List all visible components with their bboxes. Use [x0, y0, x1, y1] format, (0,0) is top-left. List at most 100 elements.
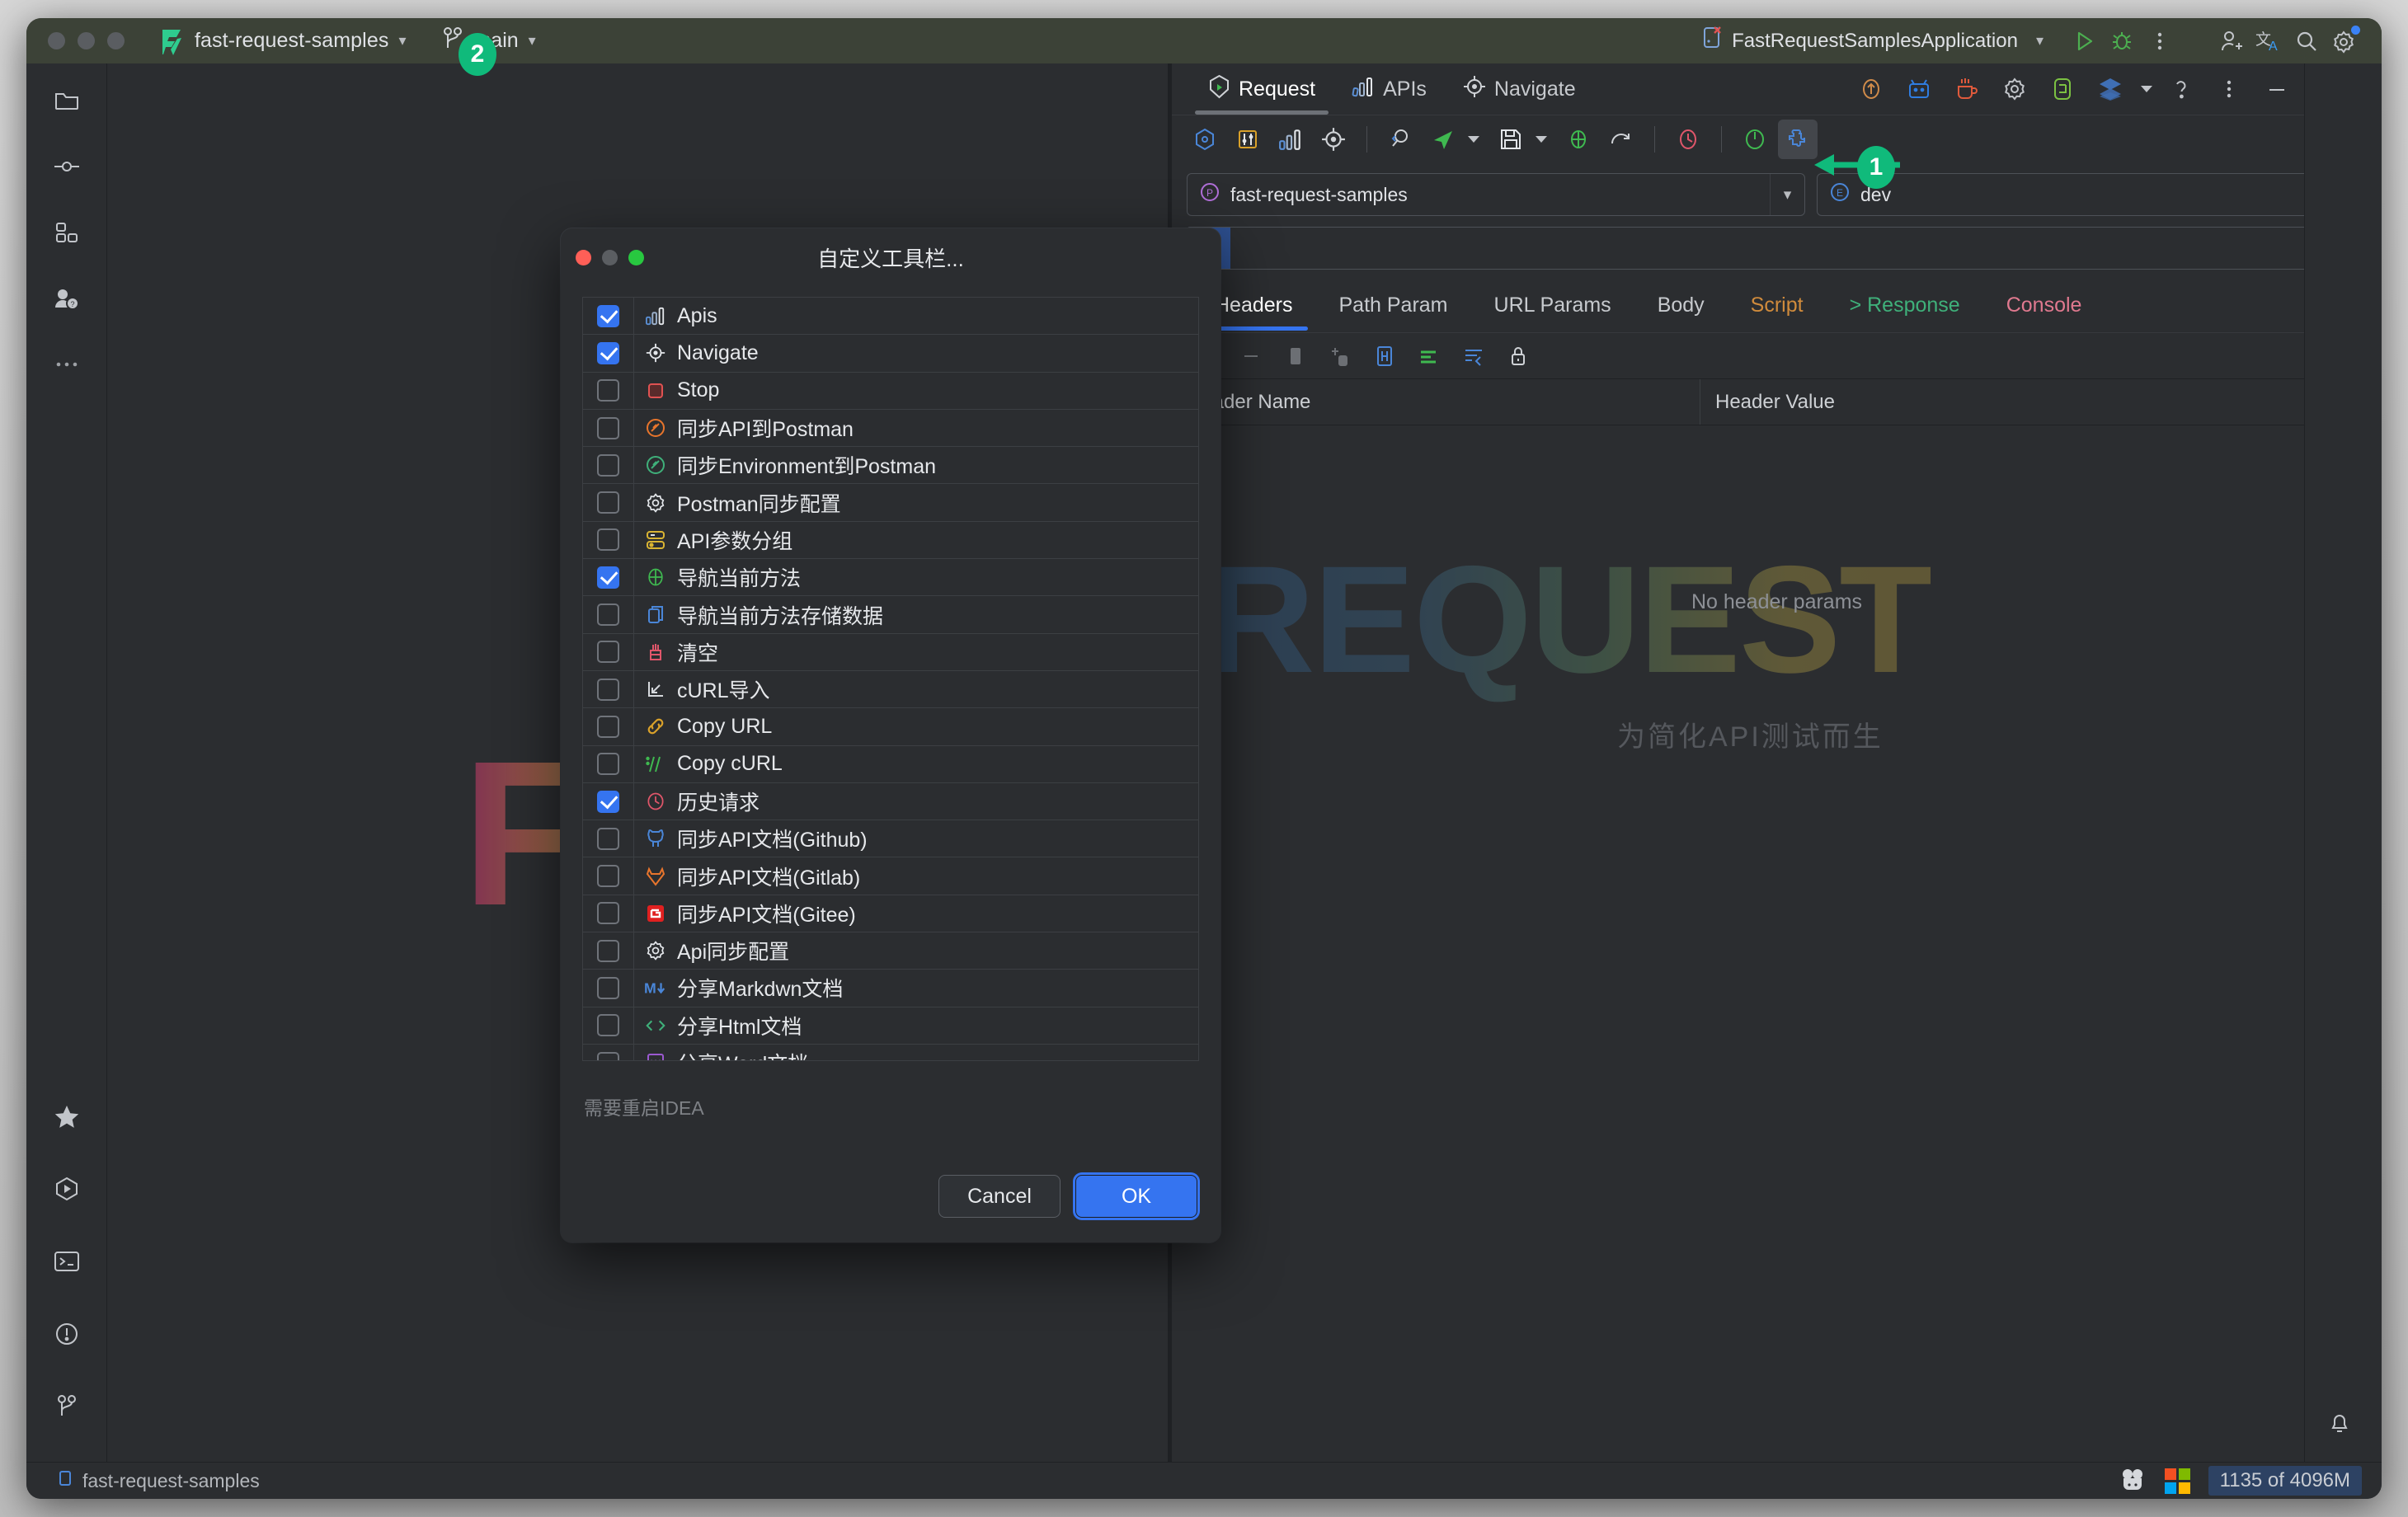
cancel-button[interactable]: Cancel [938, 1175, 1061, 1218]
modal-overlay: 自定义工具栏... Apis Navigate Stop 同步API到Postman 同… [26, 18, 2382, 1499]
toolbar-item-checkbox[interactable] [597, 379, 619, 402]
toolbar-item-checkbox-cell[interactable] [583, 745, 634, 782]
toolbar-item-checkbox[interactable] [597, 976, 619, 999]
toolbar-item-row[interactable]: Postman同步配置 [583, 484, 1198, 522]
storage-icon [634, 604, 677, 626]
toolbar-item-row[interactable]: 同步API文档(Github) [583, 820, 1198, 858]
toolbar-item-checkbox-cell[interactable] [583, 857, 634, 895]
toolbar-item-checkbox[interactable] [597, 865, 619, 888]
toolbar-item-row[interactable]: API参数分组 [583, 521, 1198, 560]
toolbar-item-checkbox[interactable] [597, 939, 619, 962]
ok-button[interactable]: OK [1075, 1175, 1197, 1218]
settings-icon [634, 492, 677, 514]
toolbar-item-label: 同步API文档(Github) [677, 829, 868, 852]
dialog-title: 自定义工具栏... [817, 246, 964, 271]
toolbar-item-checkbox-cell[interactable] [583, 484, 634, 521]
ide-window: fast-request-samples ▾ main ▾ FastReques… [26, 18, 2382, 1499]
toolbar-item-label: 同步API到Postman [677, 418, 854, 442]
toolbar-item-checkbox[interactable] [597, 528, 619, 552]
toolbar-item-row[interactable]: 同步API文档(Gitlab) [583, 857, 1198, 895]
customize-toolbar-dialog: 自定义工具栏... Apis Navigate Stop 同步API到Postman 同… [561, 228, 1220, 1242]
annotation-badge-1: 1 [1857, 146, 1895, 189]
toolbar-item-checkbox-cell[interactable] [583, 782, 634, 820]
navigate-method-icon [634, 566, 677, 588]
toolbar-item-row[interactable]: 同步API到Postman [583, 409, 1198, 448]
toolbar-item-row[interactable]: 同步Environment到Postman [583, 447, 1198, 485]
toolbar-item-checkbox-cell[interactable] [583, 633, 634, 670]
toolbar-item-row[interactable]: cURL导入 [583, 670, 1198, 709]
gitlab-icon [634, 866, 677, 887]
toolbar-item-checkbox[interactable] [597, 341, 619, 364]
toolbar-item-row[interactable]: Apis [583, 298, 1198, 336]
toolbar-item-checkbox[interactable] [597, 827, 619, 850]
toolbar-item-label: Apis [677, 303, 717, 327]
toolbar-item-checkbox[interactable] [597, 453, 619, 477]
toolbar-item-checkbox-cell[interactable] [583, 895, 634, 932]
toolbar-item-row[interactable]: Api同步配置 [583, 932, 1198, 970]
toolbar-item-checkbox[interactable] [597, 1051, 619, 1060]
toolbar-item-checkbox[interactable] [597, 566, 619, 589]
toolbar-item-row[interactable]: Navigate [583, 335, 1198, 373]
gitee-icon [634, 904, 677, 923]
dialog-minimize-button[interactable] [602, 249, 618, 265]
toolbar-item-label: 清空 [677, 641, 719, 665]
toolbar-item-label: 历史请求 [677, 791, 760, 815]
toolbar-item-row[interactable]: Copy cURL [583, 745, 1198, 783]
toolbar-item-checkbox-cell[interactable] [583, 596, 634, 633]
toolbar-item-checkbox-cell[interactable] [583, 372, 634, 409]
toolbar-item-checkbox[interactable] [597, 753, 619, 776]
history-icon [634, 791, 677, 812]
github-icon [634, 828, 677, 849]
toolbar-items-list[interactable]: Apis Navigate Stop 同步API到Postman 同步Environme… [582, 297, 1199, 1061]
toolbar-item-row[interactable]: M 分享Markdwn文档 [583, 970, 1198, 1007]
toolbar-item-row[interactable]: 同步API文档(Gitee) [583, 895, 1198, 933]
toolbar-item-label: 导航当前方法 [677, 567, 802, 591]
toolbar-item-checkbox-cell[interactable] [583, 335, 634, 372]
toolbar-item-checkbox[interactable] [597, 491, 619, 514]
dialog-buttons: Cancel OK [938, 1175, 1197, 1218]
toolbar-item-row[interactable]: 导航当前方法存储数据 [583, 596, 1198, 634]
dialog-title-bar: 自定义工具栏... [561, 228, 1220, 286]
html-icon [634, 1016, 677, 1036]
dialog-close-button[interactable] [576, 249, 591, 265]
screen: fast-request-samples ▾ main ▾ FastReques… [0, 0, 2408, 1517]
toolbar-item-checkbox-cell[interactable] [583, 1007, 634, 1044]
toolbar-item-row[interactable]: W 分享Word文档 [583, 1044, 1198, 1060]
toolbar-item-checkbox[interactable] [597, 715, 619, 738]
toolbar-item-checkbox[interactable] [597, 902, 619, 925]
toolbar-item-checkbox-cell[interactable] [583, 409, 634, 447]
toolbar-item-label: 分享Markdwn文档 [677, 978, 844, 1002]
dialog-window-controls[interactable] [576, 249, 644, 265]
toolbar-item-checkbox[interactable] [597, 416, 619, 439]
toolbar-item-checkbox[interactable] [597, 678, 619, 701]
toolbar-item-label: API参数分组 [677, 529, 793, 553]
toolbar-item-row[interactable]: Stop [583, 372, 1198, 410]
toolbar-item-checkbox[interactable] [597, 604, 619, 627]
toolbar-item-label: 分享Html文档 [677, 1015, 802, 1039]
toolbar-item-checkbox-cell[interactable] [583, 447, 634, 484]
markdown-icon: M [634, 978, 677, 998]
toolbar-item-checkbox-cell[interactable] [583, 970, 634, 1007]
toolbar-item-row[interactable]: 分享Html文档 [583, 1007, 1198, 1045]
toolbar-item-checkbox-cell[interactable] [583, 670, 634, 708]
postman-green-icon [634, 454, 677, 476]
toolbar-item-checkbox-cell[interactable] [583, 521, 634, 559]
toolbar-item-checkbox[interactable] [597, 790, 619, 813]
import-icon [634, 679, 677, 700]
toolbar-item-checkbox-cell[interactable] [583, 932, 634, 970]
toolbar-item-row[interactable]: 导航当前方法 [583, 559, 1198, 597]
toolbar-item-checkbox-cell[interactable] [583, 708, 634, 745]
toolbar-item-row[interactable]: 清空 [583, 633, 1198, 671]
toolbar-item-checkbox-cell[interactable] [583, 559, 634, 596]
toolbar-item-checkbox-cell[interactable] [583, 1044, 634, 1060]
dialog-maximize-button[interactable] [628, 249, 644, 265]
toolbar-item-row[interactable]: 历史请求 [583, 782, 1198, 821]
toolbar-item-label: Copy cURL [677, 752, 783, 776]
toolbar-item-checkbox-cell[interactable] [583, 820, 634, 857]
toolbar-item-checkbox[interactable] [597, 304, 619, 327]
toolbar-item-checkbox[interactable] [597, 1014, 619, 1037]
toolbar-item-checkbox-cell[interactable] [583, 298, 634, 335]
toolbar-item-checkbox[interactable] [597, 641, 619, 664]
toolbar-item-row[interactable]: Copy URL [583, 708, 1198, 746]
toolbar-item-label: Postman同步配置 [677, 492, 841, 516]
